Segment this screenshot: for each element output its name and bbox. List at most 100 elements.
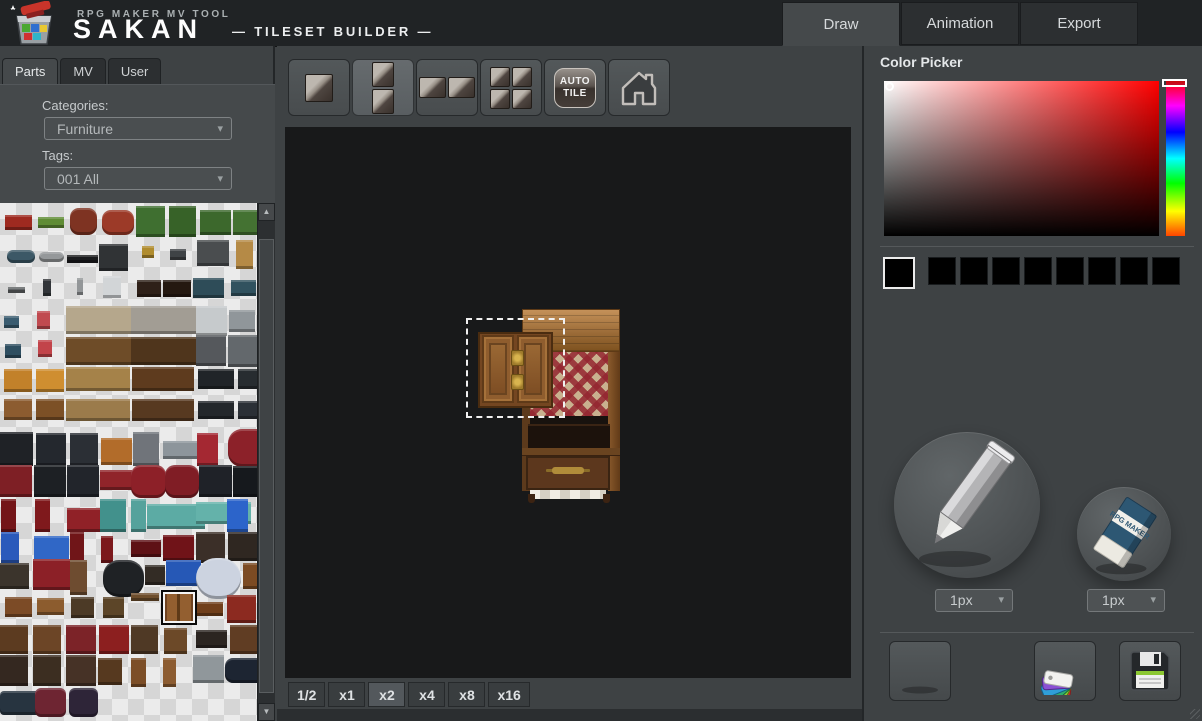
tags-dropdown[interactable]: 001 All ▾: [44, 167, 232, 190]
part-thumbnail[interactable]: [43, 279, 51, 296]
part-thumbnail[interactable]: [7, 250, 35, 263]
part-thumbnail[interactable]: [33, 625, 61, 654]
scroll-up-button[interactable]: ▲: [258, 203, 275, 221]
part-thumbnail[interactable]: [8, 287, 25, 293]
part-thumbnail[interactable]: [228, 335, 257, 367]
part-thumbnail[interactable]: [0, 465, 32, 497]
part-thumbnail[interactable]: [1, 499, 16, 532]
placement-selection-rect[interactable]: [466, 318, 565, 418]
part-thumbnail[interactable]: [233, 466, 257, 497]
part-thumbnail[interactable]: [99, 244, 128, 271]
part-thumbnail[interactable]: [145, 565, 165, 585]
palette-swatch-1[interactable]: [928, 257, 956, 285]
part-thumbnail[interactable]: [69, 688, 98, 717]
selected-part-thumbnail[interactable]: [163, 592, 195, 623]
part-thumbnail[interactable]: [77, 278, 83, 295]
part-thumbnail[interactable]: [233, 210, 257, 235]
part-thumbnail[interactable]: [103, 597, 124, 618]
part-thumbnail[interactable]: [131, 465, 166, 498]
part-thumbnail[interactable]: [229, 310, 255, 332]
part-thumbnail[interactable]: [67, 465, 99, 497]
part-thumbnail[interactable]: [66, 399, 130, 421]
part-thumbnail[interactable]: [227, 499, 248, 532]
parts-tab-parts[interactable]: Parts: [2, 58, 58, 85]
part-thumbnail[interactable]: [36, 399, 64, 420]
zoom-x8[interactable]: x8: [448, 682, 485, 707]
part-thumbnail[interactable]: [131, 499, 146, 532]
part-thumbnail[interactable]: [5, 344, 21, 358]
part-thumbnail[interactable]: [131, 337, 196, 365]
part-thumbnail[interactable]: [142, 246, 154, 258]
part-thumbnail[interactable]: [243, 563, 257, 589]
part-thumbnail[interactable]: [132, 367, 194, 391]
palette-swatch-2[interactable]: [960, 257, 988, 285]
pencil-tool-button[interactable]: [894, 432, 1040, 578]
part-thumbnail[interactable]: [0, 625, 28, 654]
palette-swatch-5[interactable]: [1056, 257, 1084, 285]
part-thumbnail[interactable]: [197, 240, 229, 266]
part-thumbnail[interactable]: [36, 369, 64, 392]
tab-export[interactable]: Export: [1020, 2, 1138, 45]
part-thumbnail[interactable]: [197, 602, 223, 616]
part-thumbnail[interactable]: [66, 367, 130, 391]
part-thumbnail[interactable]: [193, 278, 224, 298]
sv-cursor[interactable]: [885, 82, 894, 91]
palette-swatch-8[interactable]: [1152, 257, 1180, 285]
part-thumbnail[interactable]: [38, 217, 64, 228]
part-thumbnail[interactable]: [4, 399, 32, 420]
part-thumbnail[interactable]: [4, 369, 32, 392]
part-thumbnail[interactable]: [230, 625, 257, 654]
palette-swatch-4[interactable]: [1024, 257, 1052, 285]
part-thumbnail[interactable]: [35, 688, 66, 717]
part-thumbnail[interactable]: [200, 210, 231, 235]
tab-draw[interactable]: Draw: [782, 2, 900, 46]
part-thumbnail[interactable]: [39, 252, 64, 262]
part-thumbnail[interactable]: [231, 280, 256, 296]
hue-cursor[interactable]: [1162, 79, 1187, 87]
part-thumbnail[interactable]: [131, 625, 158, 654]
part-thumbnail[interactable]: [163, 658, 176, 687]
current-color-swatch[interactable]: [883, 257, 915, 289]
save-button[interactable]: [1119, 641, 1181, 701]
zoom-x16[interactable]: x16: [488, 682, 529, 707]
part-thumbnail[interactable]: [71, 597, 94, 618]
eraser-tool-button[interactable]: RPG MAKER: [1077, 487, 1171, 581]
part-thumbnail[interactable]: [4, 316, 19, 328]
part-thumbnail[interactable]: [228, 532, 257, 561]
scrollbar-thumb[interactable]: [259, 239, 274, 693]
part-thumbnail[interactable]: [34, 465, 66, 497]
part-thumbnail[interactable]: [66, 625, 96, 654]
part-thumbnail[interactable]: [37, 311, 50, 329]
part-thumbnail[interactable]: [101, 536, 113, 563]
part-thumbnail[interactable]: [70, 208, 97, 235]
part-thumbnail[interactable]: [165, 465, 199, 498]
parts-tab-user[interactable]: User: [108, 58, 161, 85]
part-thumbnail[interactable]: [70, 532, 84, 563]
categories-dropdown[interactable]: Furniture ▾: [44, 117, 232, 140]
part-thumbnail[interactable]: [131, 540, 161, 557]
part-thumbnail[interactable]: [164, 628, 187, 654]
parts-scrollbar[interactable]: ▲ ▼: [257, 203, 275, 721]
part-thumbnail[interactable]: [0, 563, 29, 589]
part-thumbnail[interactable]: [238, 401, 257, 419]
zoom-x4[interactable]: x4: [408, 682, 445, 707]
part-thumbnail[interactable]: [70, 433, 98, 466]
part-thumbnail[interactable]: [101, 438, 132, 465]
tile-single-button[interactable]: [288, 59, 350, 116]
palette-swatch-6[interactable]: [1088, 257, 1116, 285]
part-thumbnail[interactable]: [67, 508, 100, 532]
part-thumbnail[interactable]: [5, 597, 32, 617]
part-thumbnail[interactable]: [100, 470, 132, 490]
hue-slider[interactable]: [1166, 81, 1185, 236]
scroll-down-button[interactable]: ▼: [258, 703, 275, 721]
part-thumbnail[interactable]: [0, 432, 33, 466]
pencil-size-dropdown[interactable]: 1px ▾: [935, 589, 1013, 612]
part-thumbnail[interactable]: [228, 429, 257, 467]
part-thumbnail[interactable]: [70, 560, 87, 595]
resize-grip[interactable]: [1190, 709, 1200, 719]
part-thumbnail[interactable]: [99, 625, 129, 654]
part-thumbnail[interactable]: [136, 206, 165, 237]
part-thumbnail[interactable]: [137, 280, 161, 297]
part-thumbnail[interactable]: [0, 655, 28, 686]
part-thumbnail[interactable]: [67, 255, 98, 263]
